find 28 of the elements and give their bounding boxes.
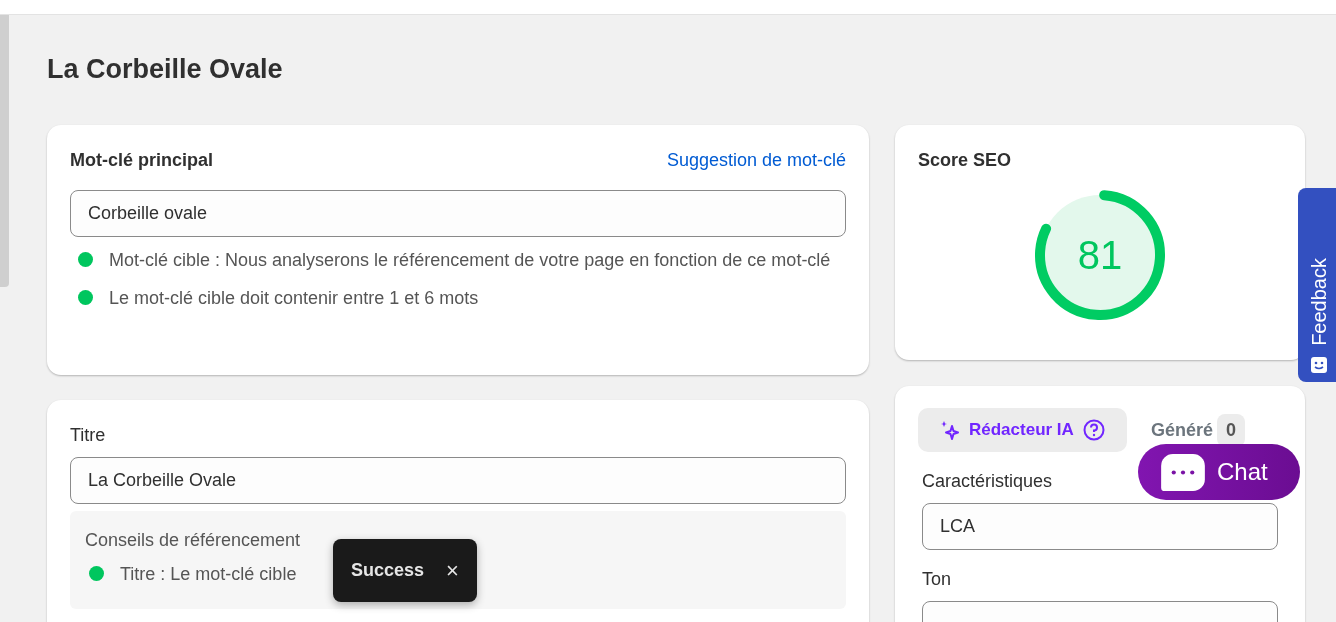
field-label: Ton	[922, 567, 952, 591]
scrollbar[interactable]	[0, 15, 9, 287]
field-label: Caractéristiques	[922, 469, 1053, 493]
suggestion-link[interactable]: Suggestion de mot-clé	[666, 147, 846, 175]
generated-count: 0	[1216, 413, 1245, 447]
sparkle-icon	[940, 420, 960, 441]
chat-button[interactable]: Chat	[1138, 444, 1300, 500]
field-label: Mot-clé principal	[70, 149, 213, 173]
text-input[interactable]: LCA	[922, 502, 1278, 550]
tips-heading: Conseils de référencement	[85, 529, 302, 553]
close-button[interactable]: ×	[446, 559, 459, 582]
feedback-tab[interactable]: Feedback	[1298, 188, 1336, 382]
ai-writer-button[interactable]: Rédacteur IA	[918, 408, 1127, 452]
feedback-label: Feedback	[1307, 258, 1331, 346]
card-title: Score SEO	[918, 149, 1013, 173]
hint-text: Titre : Le mot-clé cible	[120, 563, 297, 587]
page-title: La Corbeille Ovale	[47, 53, 284, 86]
title-input[interactable]: La Corbeille Ovale	[70, 457, 846, 505]
score-value: 81	[1077, 233, 1123, 278]
smiley-icon	[1310, 356, 1328, 374]
keyword-input[interactable]: Corbeille ovale	[70, 190, 846, 238]
field-label: Titre	[70, 424, 107, 448]
chat-bubble-icon	[1161, 453, 1205, 491]
hint-text: Mot-clé cible : Nous analyserons le référencement de votre page en fonction de ce mot-clé	[109, 249, 831, 273]
help-icon	[1082, 419, 1105, 442]
toast-message: Success	[351, 559, 425, 583]
hint-text: Le mot-clé cible doit contenir entre 1 et 6 mots	[109, 287, 479, 311]
generated-label: Généré	[1150, 418, 1213, 442]
